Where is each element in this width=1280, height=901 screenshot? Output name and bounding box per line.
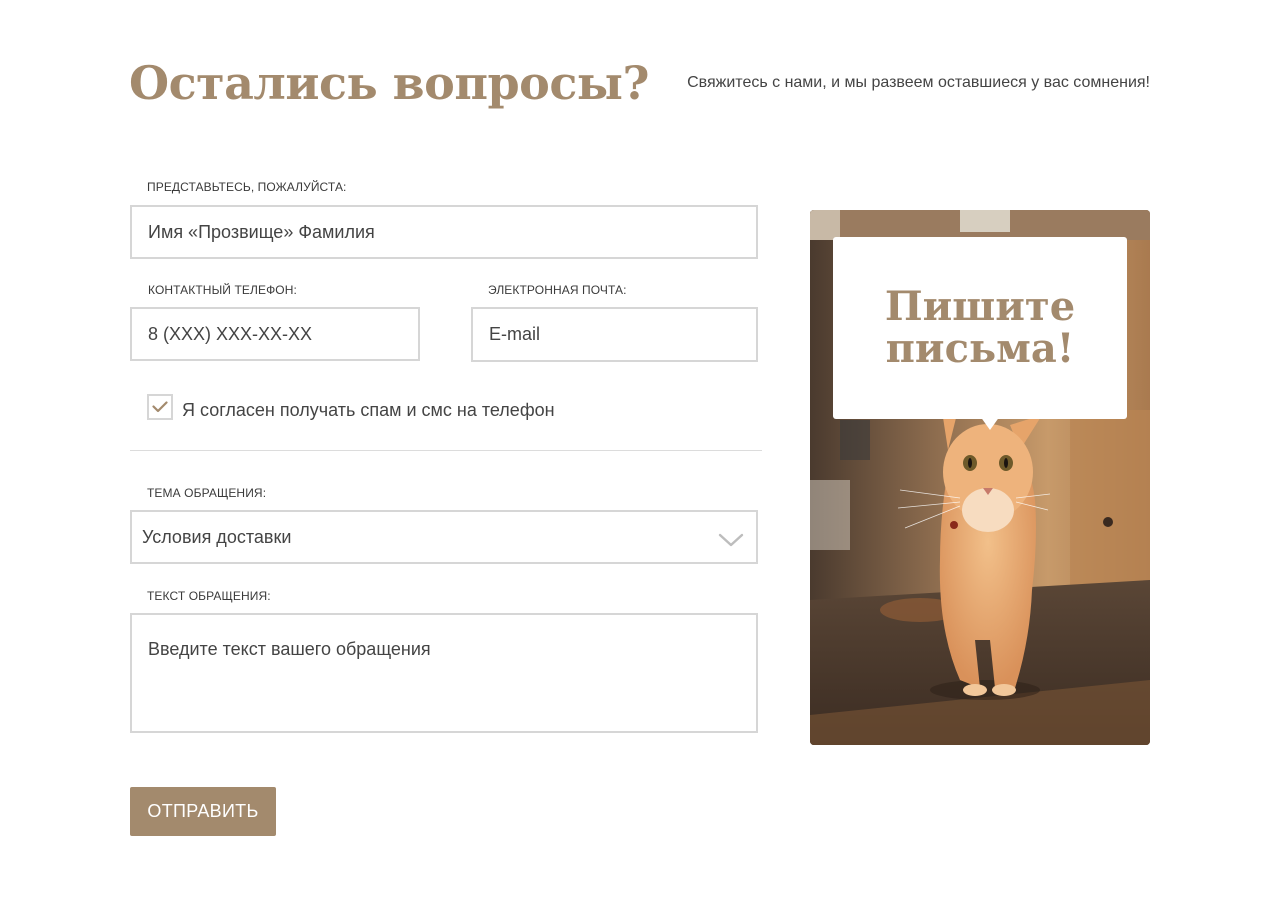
email-input[interactable] xyxy=(471,307,758,362)
phone-label: КОНТАКТНЫЙ ТЕЛЕФОН: xyxy=(148,283,297,297)
consent-label: Я согласен получать спам и смс на телефо… xyxy=(182,400,555,420)
form-divider xyxy=(130,450,762,451)
consent-checkbox-row[interactable]: Я согласен получать спам и смс на телефо… xyxy=(147,391,555,423)
name-label: ПРЕДСТАВЬТЕСЬ, ПОЖАЛУЙСТА: xyxy=(147,180,347,194)
topic-selected-value: Условия доставки xyxy=(142,527,292,547)
name-input[interactable] xyxy=(130,205,758,259)
promo-heading: Пишите письма! xyxy=(884,283,1076,372)
promo-speech-bubble: Пишите письма! xyxy=(833,237,1127,419)
promo-card: Пишите письма! xyxy=(810,210,1150,745)
speech-bubble-tail xyxy=(980,416,1000,430)
submit-button[interactable]: ОТПРАВИТЬ xyxy=(130,787,276,836)
topic-label: ТЕМА ОБРАЩЕНИЯ: xyxy=(147,486,267,500)
email-label: ЭЛЕКТРОННАЯ ПОЧТА: xyxy=(488,283,627,297)
phone-input[interactable] xyxy=(130,307,420,361)
message-textarea[interactable] xyxy=(130,613,758,733)
check-icon xyxy=(152,401,168,413)
topic-select[interactable]: Условия доставки xyxy=(130,510,758,564)
chevron-down-icon xyxy=(718,533,744,547)
page-title: Остались вопросы? xyxy=(129,56,649,110)
consent-checkbox[interactable] xyxy=(147,394,173,420)
message-label: ТЕКСТ ОБРАЩЕНИЯ: xyxy=(147,589,271,603)
page-subtitle: Свяжитесь с нами, и мы развеем оставшиес… xyxy=(687,74,1150,91)
